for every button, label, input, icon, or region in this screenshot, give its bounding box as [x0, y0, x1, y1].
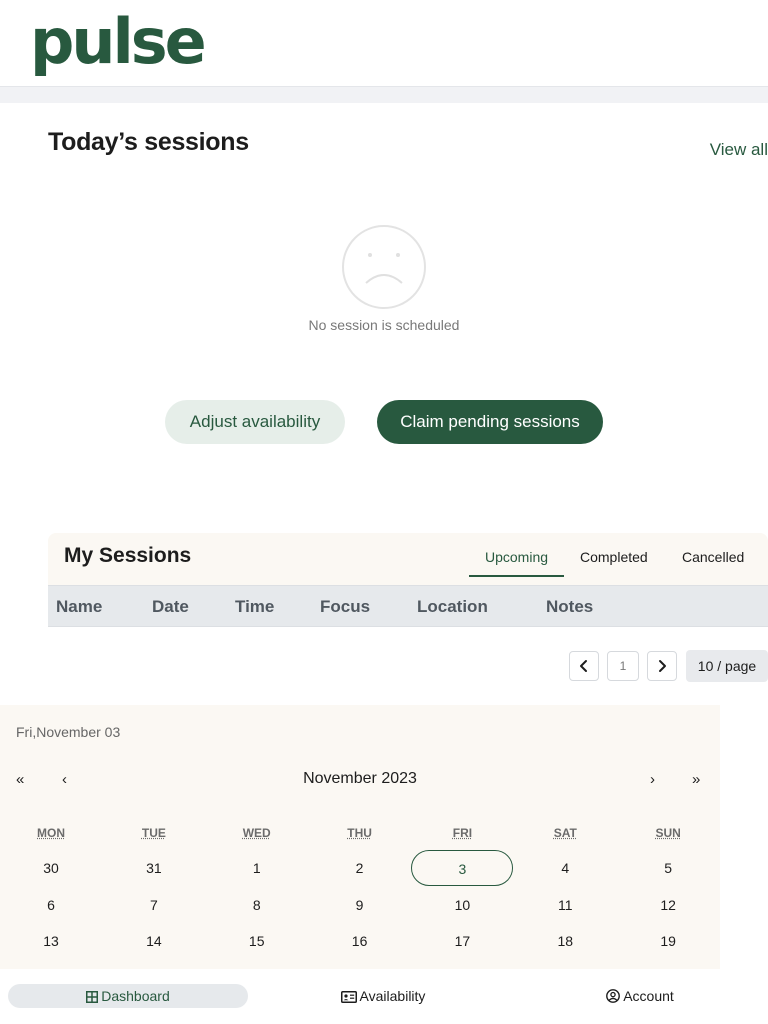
next-year-button[interactable]: »: [692, 771, 700, 788]
calendar-day[interactable]: 7: [103, 887, 205, 923]
calendar-day[interactable]: 12: [617, 887, 719, 923]
calendar-day[interactable]: 19: [617, 923, 719, 959]
calendar-day[interactable]: 15: [206, 923, 308, 959]
nav-availability-label: Availability: [359, 988, 426, 1004]
chevron-right-icon: [659, 660, 666, 672]
sessions-table-header: Name Date Time Focus Location Notes: [48, 585, 768, 627]
column-header-time[interactable]: Time: [235, 597, 274, 617]
calendar-day[interactable]: 30: [0, 850, 102, 886]
calendar-day[interactable]: 16: [309, 923, 411, 959]
column-header-notes[interactable]: Notes: [546, 597, 593, 617]
claim-pending-sessions-button[interactable]: Claim pending sessions: [377, 400, 603, 444]
app-header: pulse: [0, 0, 768, 87]
my-sessions-header: My Sessions Upcoming Completed Cancelled: [48, 533, 768, 585]
next-month-button[interactable]: ›: [650, 771, 655, 788]
weekday-header: SUN: [655, 826, 681, 840]
weekday-header: WED: [242, 826, 271, 840]
next-page-button[interactable]: [647, 651, 677, 681]
calendar-day[interactable]: 13: [0, 923, 102, 959]
pulse-logo[interactable]: pulse: [30, 2, 207, 82]
empty-state-text: No session is scheduled: [308, 317, 460, 333]
tab-upcoming[interactable]: Upcoming: [485, 549, 548, 565]
calendar-day[interactable]: 1: [206, 850, 308, 886]
calendar-day[interactable]: 10: [411, 887, 513, 923]
nav-dashboard-label: Dashboard: [101, 988, 170, 1004]
page-size-select[interactable]: 10 / page: [686, 650, 768, 682]
nav-account[interactable]: Account: [580, 984, 700, 1008]
calendar-day[interactable]: 31: [103, 850, 205, 886]
grid-icon: [86, 991, 99, 1003]
adjust-availability-button[interactable]: Adjust availability: [165, 400, 345, 444]
calendar-day[interactable]: 11: [514, 887, 616, 923]
column-header-location[interactable]: Location: [417, 597, 488, 617]
calendar-widget: Fri,November 03 « ‹ November 2023 › » MO…: [0, 705, 720, 969]
todays-sessions-title: Today’s sessions: [48, 128, 249, 156]
calendar-day[interactable]: 2: [309, 850, 411, 886]
nav-account-label: Account: [623, 988, 674, 1004]
selected-date-label: Fri,November 03: [16, 724, 121, 740]
current-page-number[interactable]: 1: [607, 651, 639, 681]
sad-face-icon: [342, 225, 426, 309]
calendar-day[interactable]: 5: [617, 850, 719, 886]
weekday-header: THU: [347, 826, 372, 840]
previous-page-button[interactable]: [569, 651, 599, 681]
active-tab-indicator: [469, 575, 564, 577]
bottom-navigation: Dashboard Availability Account: [0, 976, 768, 1024]
calendar-day[interactable]: 14: [103, 923, 205, 959]
column-header-focus[interactable]: Focus: [320, 597, 370, 617]
calendar-day[interactable]: 3: [411, 850, 514, 886]
calendar-day[interactable]: 9: [309, 887, 411, 923]
column-header-name[interactable]: Name: [56, 597, 102, 617]
view-all-link[interactable]: View all: [710, 140, 768, 160]
weekday-header: FRI: [452, 826, 473, 840]
nav-availability[interactable]: Availability: [318, 984, 448, 1008]
weekday-header: SAT: [553, 826, 577, 840]
calendar-day[interactable]: 4: [514, 850, 616, 886]
nav-dashboard[interactable]: Dashboard: [8, 984, 248, 1008]
tab-cancelled[interactable]: Cancelled: [682, 549, 744, 565]
weekday-header: TUE: [141, 826, 166, 840]
id-card-icon: [340, 991, 357, 1003]
calendar-month-label[interactable]: November 2023: [0, 770, 720, 788]
calendar-day[interactable]: 17: [411, 923, 513, 959]
my-sessions-card: My Sessions Upcoming Completed Cancelled…: [48, 533, 768, 627]
calendar-day[interactable]: 6: [0, 887, 102, 923]
chevron-left-icon: [580, 660, 587, 672]
header-divider-strip: [0, 87, 768, 103]
tab-completed[interactable]: Completed: [580, 549, 648, 565]
column-header-date[interactable]: Date: [152, 597, 189, 617]
user-circle-icon: [606, 989, 621, 1003]
calendar-day[interactable]: 18: [514, 923, 616, 959]
weekday-header: MON: [37, 826, 65, 840]
my-sessions-title: My Sessions: [64, 544, 192, 567]
calendar-day[interactable]: 8: [206, 887, 308, 923]
